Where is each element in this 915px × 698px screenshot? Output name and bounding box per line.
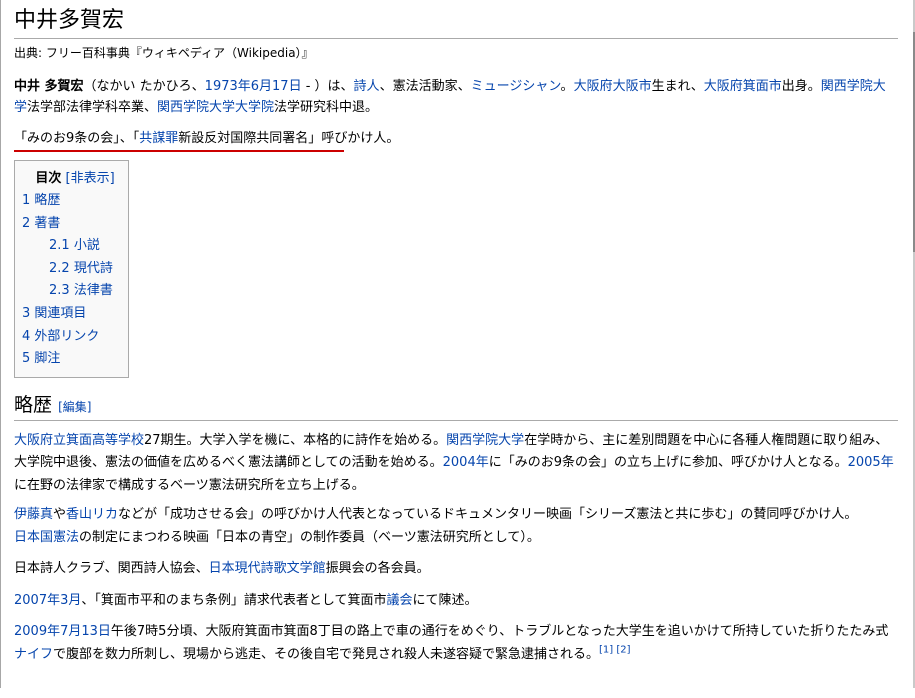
toc-item-law-books[interactable]: 2.3 法律書 [22, 280, 128, 303]
year-2005-link[interactable]: 2005年 [848, 455, 894, 470]
kwansei-graduate-school-link[interactable]: 関西学院大学大学院 [157, 100, 274, 115]
date-2007-link[interactable]: 2007年3月 [14, 593, 81, 608]
window-left-border [0, 0, 1, 698]
musician-link[interactable]: ミュージシャン [471, 79, 561, 94]
article-content: 中井多賀宏 出典: フリー百科事典『ウィキペディア（Wikipedia）』 中井… [14, 6, 898, 666]
source-line: 出典: フリー百科事典『ウィキペディア（Wikipedia）』 [14, 46, 314, 60]
toc-item-history[interactable]: 1 略歴 [22, 190, 128, 213]
toc-item-related[interactable]: 3 関連項目 [22, 303, 128, 326]
toc-item-modern-poetry[interactable]: 2.2 現代詩 [22, 258, 128, 281]
minoh-city-link[interactable]: 大阪府箕面市 [704, 79, 782, 94]
birth-date-link[interactable]: 1973年6月17日 [205, 79, 302, 94]
history-paragraph-2: 伊藤真や香山リカなどが「成功させる会」の呼びかけ人代表となっているドキュメンタリ… [14, 507, 858, 545]
constitution-link[interactable]: 日本国憲法 [14, 530, 79, 545]
history-paragraph-1: 大阪府立箕面高等学校27期生。大学入学を機に、本格的に詩作を始める。関西学院大学… [14, 432, 894, 493]
history-paragraph-5: 2009年7月13日午後7時5分頃、大阪府箕面市箕面8丁目の路上で車の通行をめぐ… [14, 624, 889, 662]
red-underline-annotation [14, 150, 344, 152]
poetry-museum-link[interactable]: 日本現代詩歌文学館 [209, 561, 326, 576]
toc-item-footnotes[interactable]: 5 脚注 [22, 348, 128, 371]
toc-hide-toggle[interactable]: [非表示] [66, 171, 115, 186]
footnote-ref-2[interactable]: [2] [616, 644, 630, 655]
council-link[interactable]: 議会 [386, 593, 412, 608]
intro-paragraph: 中井 多賀宏（なかい たかひろ、1973年6月17日 - ）は、詩人、憲法活動家… [14, 79, 886, 115]
table-of-contents: 目次 [非表示] 1 略歴 2 著書 2.1 小説 2.2 現代詩 2.3 法律… [14, 160, 129, 378]
edit-section-link[interactable]: [編集] [58, 400, 91, 414]
knife-link[interactable]: ナイフ [14, 647, 53, 662]
osaka-city-link[interactable]: 大阪府大阪市 [574, 79, 652, 94]
section-heading-history: 略歴 [編集] [14, 392, 898, 421]
toc-title: 目次 [35, 171, 62, 186]
poet-link[interactable]: 詩人 [354, 79, 380, 94]
date-2009-link[interactable]: 2009年7月13日 [14, 624, 111, 639]
callout-paragraph: 「みのお9条の会」、「共謀罪新設反対国際共同署名」呼びかけ人。 [14, 128, 399, 152]
toc-header: 目次 [非表示] [22, 167, 128, 186]
ito-makoto-link[interactable]: 伊藤真 [14, 507, 53, 522]
kayama-rika-link[interactable]: 香山リカ [66, 507, 118, 522]
page-title: 中井多賀宏 [14, 6, 898, 39]
history-paragraph-4: 2007年3月、「箕面市平和のまち条例」請求代表者として箕面市議会にて陳述。 [14, 592, 478, 608]
kyobozai-link[interactable]: 共謀罪 [139, 131, 178, 146]
toc-item-external-links[interactable]: 4 外部リンク [22, 326, 128, 349]
kwansei-link[interactable]: 関西学院大学 [446, 433, 524, 448]
footnote-ref-1[interactable]: [1] [599, 644, 613, 655]
history-paragraph-3: 日本詩人クラブ、関西詩人協会、日本現代詩歌文学館振興会の各会員。 [14, 561, 430, 577]
bottom-cutoff [0, 688, 915, 698]
high-school-link[interactable]: 大阪府立箕面高等学校 [14, 433, 144, 448]
year-2004-link[interactable]: 2004年 [443, 455, 489, 470]
toc-item-works[interactable]: 2 著書 [22, 213, 128, 236]
subject-name: 中井 多賀宏 [14, 79, 84, 94]
toc-item-novels[interactable]: 2.1 小説 [22, 235, 128, 258]
